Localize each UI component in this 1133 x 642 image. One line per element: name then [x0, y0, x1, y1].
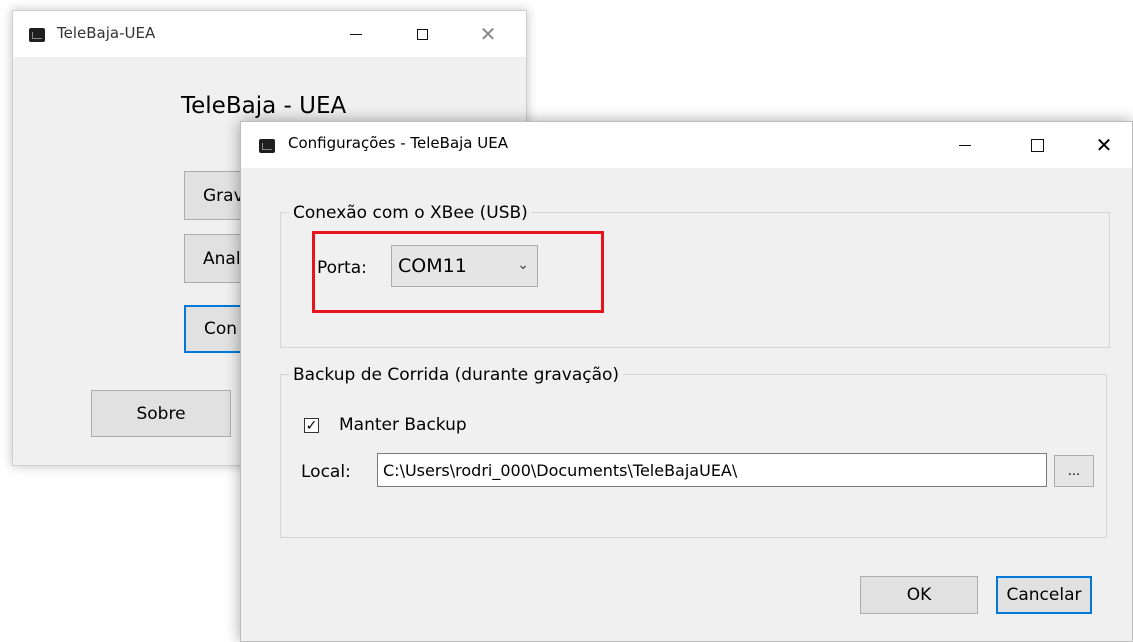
ok-button[interactable]: OK — [860, 576, 978, 614]
checkmark-icon: ✓ — [305, 417, 318, 434]
close-button[interactable]: ✕ — [1081, 122, 1127, 168]
keep-backup-label: Manter Backup — [339, 415, 467, 435]
local-path-input[interactable]: C:\Users\rodri_000\Documents\TeleBajaUEA… — [377, 453, 1047, 487]
port-select[interactable]: COM11 ⌄ — [391, 245, 538, 287]
minimize-icon — [350, 33, 362, 35]
main-window-titlebar[interactable]: TeleBaja-UEA ✕ — [13, 11, 526, 57]
xbee-group-label: Conexão com o XBee (USB) — [289, 203, 532, 223]
maximize-icon — [416, 28, 428, 40]
maximize-button[interactable] — [1014, 122, 1060, 168]
minimize-button[interactable] — [942, 122, 988, 168]
close-icon: ✕ — [479, 22, 497, 46]
port-label: Porta: — [317, 258, 367, 278]
maximize-button[interactable] — [399, 11, 445, 57]
close-icon: ✕ — [1095, 133, 1113, 157]
port-select-value: COM11 — [398, 255, 467, 277]
browse-button[interactable]: ... — [1054, 455, 1094, 487]
close-button[interactable]: ✕ — [465, 11, 511, 57]
config-window: Configurações - TeleBaja UEA ✕ Conexão c… — [240, 121, 1133, 642]
keep-backup-checkbox[interactable]: ✓ — [304, 418, 319, 433]
sobre-button[interactable]: Sobre — [91, 390, 231, 437]
main-window-title: TeleBaja-UEA — [57, 24, 156, 42]
config-window-titlebar[interactable]: Configurações - TeleBaja UEA ✕ — [241, 122, 1132, 168]
app-icon — [259, 139, 275, 153]
backup-group-label: Backup de Corrida (durante gravação) — [289, 365, 624, 385]
local-label: Local: — [301, 462, 351, 482]
main-heading: TeleBaja - UEA — [181, 93, 347, 119]
minimize-button[interactable] — [333, 11, 379, 57]
config-window-title: Configurações - TeleBaja UEA — [288, 134, 508, 152]
chevron-down-icon: ⌄ — [517, 257, 529, 274]
maximize-icon — [1030, 138, 1044, 152]
cancel-button[interactable]: Cancelar — [996, 576, 1092, 614]
app-icon — [29, 28, 45, 42]
minimize-icon — [959, 144, 971, 146]
